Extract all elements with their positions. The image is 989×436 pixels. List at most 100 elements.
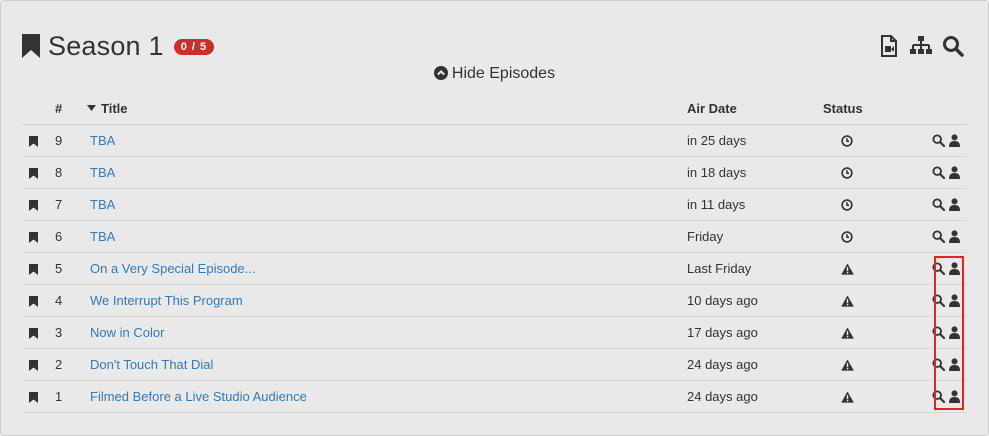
bookmark-icon[interactable]: [21, 34, 41, 58]
bookmark-cell: [22, 380, 45, 413]
episode-air-date: 10 days ago: [687, 284, 823, 317]
episode-actions: [909, 220, 967, 253]
episode-status: [823, 380, 909, 413]
user-icon[interactable]: [948, 261, 961, 275]
bookmark-icon[interactable]: [29, 167, 38, 179]
header-title[interactable]: Title: [78, 94, 687, 125]
table-row: 7 TBA in 11 days: [22, 188, 967, 221]
bookmark-icon[interactable]: [29, 199, 38, 211]
bookmark-cell: [22, 348, 45, 381]
search-icon[interactable]: [932, 293, 945, 307]
episode-title-cell: Don't Touch That Dial: [78, 348, 687, 381]
episode-title-link[interactable]: TBA: [90, 229, 115, 244]
header-number[interactable]: #: [45, 94, 78, 125]
warning-icon: [840, 327, 854, 339]
header-air-date[interactable]: Air Date: [687, 94, 823, 125]
warning-icon: [840, 359, 854, 371]
user-icon[interactable]: [948, 133, 961, 147]
episode-title-link[interactable]: Now in Color: [90, 325, 164, 340]
season-header: Season 1 0 / 5: [21, 30, 215, 61]
episode-title-link[interactable]: TBA: [90, 197, 115, 212]
warning-icon: [840, 295, 854, 307]
episode-air-date: in 11 days: [687, 188, 823, 221]
header-air-date-label: Air Date: [687, 101, 737, 117]
episode-number: 5: [45, 252, 78, 285]
bookmark-icon[interactable]: [29, 359, 38, 371]
episode-actions: [909, 316, 967, 349]
clock-icon: [841, 135, 853, 147]
episode-number: 6: [45, 220, 78, 253]
table-row: 8 TBA in 18 days: [22, 156, 967, 189]
bookmark-icon[interactable]: [29, 295, 38, 307]
search-icon[interactable]: [932, 229, 945, 243]
user-icon[interactable]: [948, 229, 961, 243]
episode-air-date: 24 days ago: [687, 348, 823, 381]
chevron-up-circle-icon: [433, 66, 448, 80]
search-icon[interactable]: [942, 35, 964, 57]
search-icon[interactable]: [932, 261, 945, 275]
episode-number: 3: [45, 316, 78, 349]
user-icon[interactable]: [948, 357, 961, 371]
episode-title-cell: On a Very Special Episode...: [78, 252, 687, 285]
bookmark-icon[interactable]: [29, 391, 38, 403]
episode-status: [823, 284, 909, 317]
episode-air-date: 24 days ago: [687, 380, 823, 413]
clock-icon: [841, 167, 853, 179]
header-status-label: Status: [823, 101, 863, 117]
search-icon[interactable]: [932, 325, 945, 339]
search-icon[interactable]: [932, 389, 945, 403]
user-icon[interactable]: [948, 165, 961, 179]
episodes-table: # Title Air Date Status 9 TBA in 25 days: [22, 94, 967, 413]
episode-actions: [909, 188, 967, 221]
episodes-body: 9 TBA in 25 days 8 TBA in 18 days 7 TBA …: [22, 124, 967, 413]
episode-title-cell: We Interrupt This Program: [78, 284, 687, 317]
bookmark-icon[interactable]: [29, 135, 38, 147]
bookmark-cell: [22, 156, 45, 189]
header-status[interactable]: Status: [823, 94, 909, 125]
warning-icon: [840, 391, 854, 403]
hide-episodes-toggle[interactable]: Hide Episodes: [1, 65, 988, 83]
table-row: 9 TBA in 25 days: [22, 124, 967, 157]
season-title: Season 1: [48, 30, 164, 61]
search-icon[interactable]: [932, 165, 945, 179]
user-icon[interactable]: [948, 197, 961, 211]
episode-status: [823, 220, 909, 253]
episode-title-cell: TBA: [78, 220, 687, 253]
user-icon[interactable]: [948, 389, 961, 403]
clock-icon: [841, 199, 853, 211]
search-icon[interactable]: [932, 197, 945, 211]
search-icon[interactable]: [932, 357, 945, 371]
table-row: 6 TBA Friday: [22, 220, 967, 253]
episode-title-cell: Filmed Before a Live Studio Audience: [78, 380, 687, 413]
episode-actions: [909, 156, 967, 189]
bookmark-cell: [22, 284, 45, 317]
episode-number: 4: [45, 284, 78, 317]
episode-actions: [909, 348, 967, 381]
sort-desc-icon[interactable]: [87, 105, 96, 112]
episode-status: [823, 124, 909, 157]
episode-air-date: Friday: [687, 220, 823, 253]
bookmark-cell: [22, 188, 45, 221]
bookmark-cell: [22, 252, 45, 285]
episode-title-cell: TBA: [78, 124, 687, 157]
episode-title-link[interactable]: TBA: [90, 133, 115, 148]
episode-title-link[interactable]: Filmed Before a Live Studio Audience: [90, 389, 307, 404]
episode-actions: [909, 252, 967, 285]
user-icon[interactable]: [948, 293, 961, 307]
header-actions: [909, 94, 967, 125]
sitemap-icon[interactable]: [910, 35, 932, 57]
episode-title-link[interactable]: Don't Touch That Dial: [90, 357, 213, 372]
episode-title-link[interactable]: TBA: [90, 165, 115, 180]
user-icon[interactable]: [948, 325, 961, 339]
episode-title-link[interactable]: We Interrupt This Program: [90, 293, 243, 308]
table-row: 1 Filmed Before a Live Studio Audience 2…: [22, 380, 967, 413]
bookmark-cell: [22, 316, 45, 349]
episode-title-link[interactable]: On a Very Special Episode...: [90, 261, 255, 276]
episode-status: [823, 252, 909, 285]
bookmark-icon[interactable]: [29, 263, 38, 275]
video-file-icon[interactable]: [878, 35, 900, 57]
episode-number: 2: [45, 348, 78, 381]
search-icon[interactable]: [932, 133, 945, 147]
bookmark-icon[interactable]: [29, 327, 38, 339]
bookmark-icon[interactable]: [29, 231, 38, 243]
